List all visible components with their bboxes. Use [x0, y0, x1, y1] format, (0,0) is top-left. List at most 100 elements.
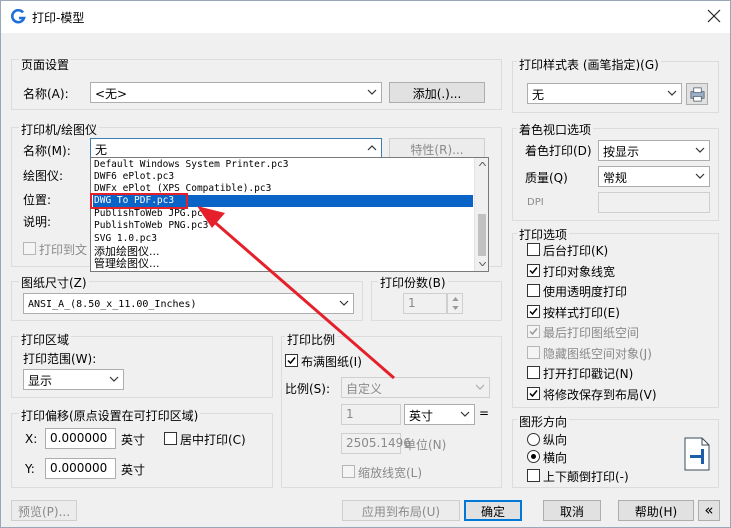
printer-name-value: 无 — [95, 143, 108, 157]
paper-size-select[interactable]: ANSI_A_(8.50_x_11.00_Inches) — [23, 293, 354, 314]
portrait-radio[interactable] — [527, 433, 540, 446]
fit-to-paper-checkbox[interactable] — [285, 354, 298, 367]
plot-option-checkbox[interactable] — [527, 243, 540, 256]
shade-plot-value: 按显示 — [603, 145, 640, 159]
paper-size-label: 图纸尺寸(Z) — [19, 274, 89, 291]
scale-unit-value: 英寸 — [409, 409, 434, 423]
plot-range-select[interactable]: 显示 — [23, 369, 124, 390]
add-page-setup-button[interactable]: 添加(.)... — [389, 82, 485, 103]
center-plot-checkbox[interactable] — [164, 432, 177, 445]
y-offset-label: Y: — [25, 462, 35, 476]
printer-dropdown-item[interactable]: Default Windows System Printer.pc3 — [93, 159, 473, 171]
copies-input[interactable]: 1 — [403, 293, 447, 314]
chevron-down-icon — [667, 90, 677, 96]
plot-option-checkbox[interactable] — [527, 345, 540, 359]
plot-option-checkbox[interactable] — [527, 386, 540, 400]
quality-label: 质量(Q) — [525, 171, 568, 185]
preview-button[interactable]: 预览(P)... — [11, 500, 77, 521]
plot-option-label: 将修改保存到布局(V) — [543, 387, 657, 402]
printer-edit-icon — [690, 87, 705, 102]
title-bar: 打印-模型 — [1, 1, 730, 33]
unit-label: 单位(N) — [404, 438, 447, 452]
printer-name-select[interactable]: 无 — [90, 138, 382, 159]
app-logo-icon — [11, 9, 26, 24]
highlight-annotation-box — [90, 193, 188, 209]
plot-scale-label: 打印比例 — [285, 331, 338, 348]
x-offset-label: X: — [25, 432, 38, 446]
quality-value: 常规 — [603, 171, 628, 185]
printer-dropdown-item[interactable]: SVG 1.0.pc3 — [93, 233, 473, 245]
page-setup-label: 页面设置 — [19, 56, 72, 73]
printer-dropdown-item[interactable]: PublishToWeb JPG.pc3 — [93, 208, 473, 220]
chevron-down-icon — [695, 173, 705, 179]
fit-to-paper-label: 布满图纸(I) — [301, 355, 362, 369]
chevron-down-icon — [367, 89, 377, 95]
plot-option-checkbox[interactable] — [527, 366, 540, 379]
close-icon[interactable] — [707, 9, 721, 23]
chevron-up-icon — [367, 145, 377, 151]
plot-style-label: 打印样式表 (画笔指定)(G) — [517, 56, 661, 73]
plot-range-value: 显示 — [28, 374, 53, 388]
plot-option-checkbox[interactable] — [527, 284, 540, 297]
copies-label: 打印份数(B) — [378, 274, 448, 291]
upside-down-checkbox[interactable] — [527, 469, 540, 482]
printer-dropdown-list[interactable]: Default Windows System Printer.pc3 DWF6 e… — [90, 157, 489, 272]
plot-offset-label: 打印偏移(原点设置在可打印区域) — [19, 407, 201, 424]
checkmark-icon — [529, 266, 538, 274]
window-title: 打印-模型 — [32, 11, 85, 25]
equals-sign: = — [479, 406, 490, 420]
checkmark-icon — [287, 357, 296, 365]
printer-dropdown-item[interactable]: DWF6 ePlot.pc3 — [93, 171, 473, 183]
printer-dropdown-item[interactable]: PublishToWeb PNG.pc3 — [93, 220, 473, 232]
y-offset-value: 0.000000 — [50, 461, 108, 475]
apply-to-layout-button[interactable]: 应用到布局(U) — [342, 500, 460, 521]
scale-label: 比例(S): — [285, 382, 331, 396]
x-offset-input[interactable]: 0.000000 — [45, 428, 116, 449]
scale-denominator-input[interactable]: 2505.1496 — [341, 433, 411, 454]
x-offset-unit: 英寸 — [121, 433, 146, 447]
chevron-down-icon — [695, 147, 705, 153]
dropdown-scroll-thumb[interactable] — [478, 214, 486, 256]
scroll-down-icon[interactable] — [479, 262, 486, 266]
page-setup-name-label: 名称(A): — [23, 87, 69, 101]
y-offset-unit: 英寸 — [121, 463, 146, 477]
plot-option-checkbox[interactable] — [527, 304, 540, 318]
print-to-file-checkbox[interactable] — [23, 242, 36, 255]
edit-plot-style-button[interactable] — [686, 83, 708, 105]
scale-select[interactable]: 自定义 — [341, 377, 490, 398]
y-offset-input[interactable]: 0.000000 — [45, 458, 116, 479]
scale-unit-select[interactable]: 英寸 — [404, 404, 475, 425]
printer-dropdown-item[interactable]: 管理绘图仪... — [93, 258, 473, 270]
scale-numerator-input[interactable]: 1 — [341, 404, 401, 425]
shade-plot-label: 着色打印(D) — [525, 144, 592, 158]
copies-spinner[interactable] — [447, 293, 463, 314]
landscape-radio[interactable] — [527, 450, 540, 463]
dpi-label: DPI — [527, 197, 544, 208]
page-setup-name-select[interactable]: <无> — [90, 82, 382, 103]
scroll-up-icon[interactable] — [479, 162, 486, 166]
plot-option-checkbox[interactable] — [527, 325, 540, 338]
plotter-label: 绘图仪: — [23, 169, 64, 183]
help-button[interactable]: 帮助(H) — [618, 500, 694, 521]
ok-button[interactable]: 确定 — [464, 500, 522, 521]
plot-option-label: 打印对象线宽 — [543, 264, 616, 279]
plot-style-select[interactable]: 无 — [527, 83, 682, 104]
collapse-button[interactable]: « — [698, 500, 720, 521]
spin-down-icon — [452, 306, 459, 310]
dpi-input[interactable] — [598, 192, 710, 213]
shade-plot-select[interactable]: 按显示 — [598, 140, 710, 161]
chevron-down-icon — [109, 376, 119, 382]
plot-option-label: 最后打印图纸空间 — [543, 326, 640, 340]
scale-lineweights-checkbox[interactable] — [342, 465, 355, 478]
print-to-file-label: 打印到文 — [39, 243, 88, 257]
chevron-down-icon — [339, 300, 349, 306]
plot-option-label: 隐藏图纸空间对象(J) — [543, 346, 652, 361]
printer-properties-button[interactable]: 特性(R)... — [389, 138, 485, 159]
plot-option-label: 打开打印戳记(N) — [543, 367, 634, 381]
double-chevron-left-icon: « — [704, 501, 714, 519]
cancel-button[interactable]: 取消 — [543, 500, 601, 521]
quality-select[interactable]: 常规 — [598, 166, 710, 187]
description-label: 说明: — [23, 215, 52, 229]
dropdown-scrollbar[interactable] — [474, 158, 488, 271]
plot-option-checkbox[interactable] — [527, 263, 540, 277]
